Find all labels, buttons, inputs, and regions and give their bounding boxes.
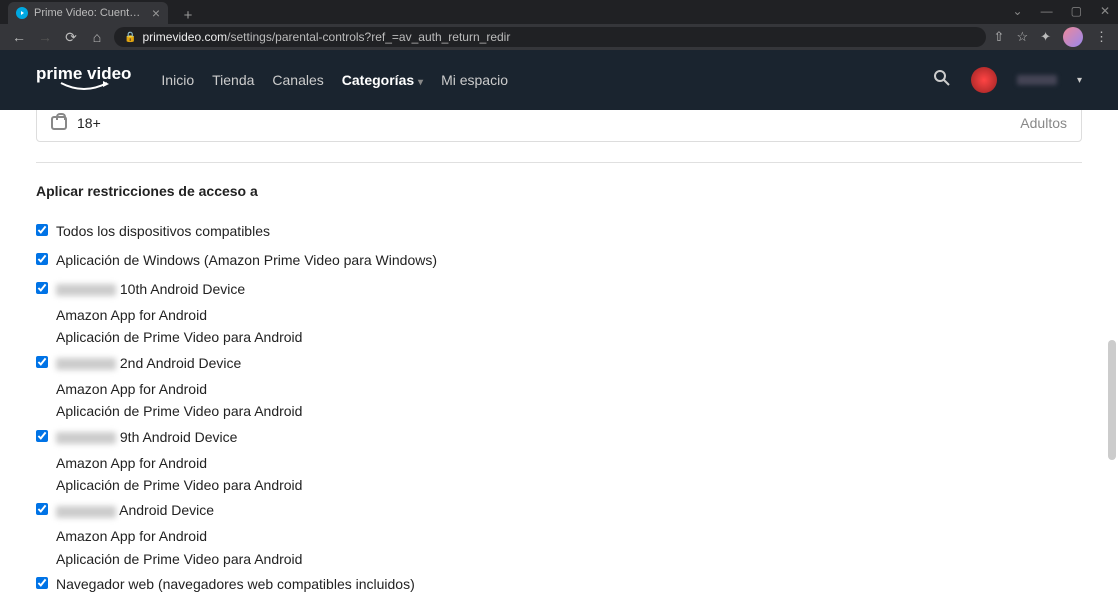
tab-title: Prime Video: Cuenta y configura [34,7,146,19]
device-sublines: Amazon App for AndroidAplicación de Prim… [56,452,1082,497]
forward-button[interactable]: → [36,29,54,45]
device-label: 10th Android Device [56,279,245,300]
device-subline: Aplicación de Prime Video para Android [56,474,1082,496]
redacted-text [56,432,116,444]
device-subline: Aplicación de Prime Video para Android [56,326,1082,348]
device-item: Todos los dispositivos compatibles [36,217,1082,246]
scrollbar-thumb[interactable] [1108,340,1116,460]
device-item: 10th Android Device [36,275,1082,304]
device-checkbox[interactable] [36,253,48,265]
device-label: Navegador web (navegadores web compatibl… [56,574,415,595]
window-controls: ⌄ — ▢ ✕ [1013,4,1110,18]
device-checkbox[interactable] [36,503,48,515]
device-subline: Amazon App for Android [56,304,1082,326]
primevideo-nav: prime video Inicio Tienda Canales Categoría… [0,50,1118,110]
chevron-down-icon: ▾ [418,77,423,88]
device-checkbox[interactable] [36,282,48,294]
device-subline: Aplicación de Prime Video para Android [56,548,1082,570]
bookmark-icon[interactable]: ☆ [1016,29,1028,45]
redacted-text [56,358,116,370]
device-item: Android Device [36,496,1082,525]
browser-tab[interactable]: Prime Video: Cuenta y configura × [8,2,168,24]
device-item: Aplicación de Windows (Amazon Prime Vide… [36,246,1082,275]
device-checkbox[interactable] [36,224,48,236]
device-checkbox[interactable] [36,430,48,442]
user-menu-caret-icon[interactable]: ▾ [1077,75,1082,86]
device-checkbox[interactable] [36,577,48,589]
device-sublines: Amazon App for AndroidAplicación de Prim… [56,378,1082,423]
address-bar: ← → ⟳ ⌂ 🔒 primevideo.com/settings/parent… [0,24,1118,50]
reload-button[interactable]: ⟳ [62,29,80,46]
user-avatar[interactable] [971,67,997,93]
device-checkbox[interactable] [36,356,48,368]
primevideo-logo[interactable]: prime video [36,67,131,93]
home-button[interactable]: ⌂ [88,29,106,45]
url-text: primevideo.com/settings/parental-control… [142,30,510,44]
nav-item-tienda[interactable]: Tienda [212,72,254,88]
v-icon[interactable]: ⌄ [1013,4,1023,18]
redacted-text [56,284,116,296]
url-box[interactable]: 🔒 primevideo.com/settings/parental-contr… [114,27,986,47]
separator [36,162,1082,163]
maximize-button[interactable]: ▢ [1071,4,1082,18]
browser-chrome: ⌄ — ▢ ✕ Prime Video: Cuenta y configura … [0,0,1118,50]
tab-favicon [16,7,28,19]
chrome-menu-icon[interactable]: ⋮ [1095,29,1108,45]
profile-avatar-icon[interactable] [1063,27,1083,47]
device-item: 2nd Android Device [36,349,1082,378]
device-label: Todos los dispositivos compatibles [56,221,270,242]
browser-right-icons: ⇧ ☆ ✦ ⋮ [994,27,1108,47]
device-item: Navegador web (navegadores web compatibl… [36,570,1082,599]
lock-icon: 🔒 [124,32,136,43]
tab-close-button[interactable]: × [152,5,160,21]
username-blur [1017,75,1057,85]
device-sublines: Amazon App for AndroidAplicación de Prim… [56,304,1082,349]
device-subline: Aplicación de Prime Video para Android [56,400,1082,422]
extensions-icon[interactable]: ✦ [1040,29,1051,45]
device-label: 2nd Android Device [56,353,241,374]
tab-bar: Prime Video: Cuenta y configura × + [0,0,1118,24]
content: 18+ Adultos Aplicar restricciones de acc… [0,110,1118,600]
age-rating-row[interactable]: 18+ Adultos [36,110,1082,142]
device-subline: Amazon App for Android [56,378,1082,400]
search-icon[interactable] [933,69,951,92]
device-label: Aplicación de Windows (Amazon Prime Vide… [56,250,437,271]
lock-icon [51,116,67,130]
device-item: 9th Android Device [36,423,1082,452]
device-label: Android Device [56,500,214,521]
smile-icon [59,81,109,93]
new-tab-button[interactable]: + [178,7,198,24]
back-button[interactable]: ← [10,29,28,45]
nav-right: ▾ [933,67,1082,93]
minimize-button[interactable]: — [1041,4,1053,18]
device-sublines: Amazon App for AndroidAplicación de Prim… [56,525,1082,570]
share-icon[interactable]: ⇧ [994,29,1005,45]
age-category: Adultos [1020,115,1067,131]
nav-item-inicio[interactable]: Inicio [161,72,194,88]
section-title: Aplicar restricciones de acceso a [36,183,1082,199]
device-subline: Amazon App for Android [56,525,1082,547]
close-window-button[interactable]: ✕ [1100,4,1110,18]
nav-item-categorías[interactable]: Categorías ▾ [342,72,423,88]
device-label: 9th Android Device [56,427,237,448]
nav-items: Inicio Tienda Canales Categorías ▾ Mi espaci… [161,72,508,88]
device-subline: Amazon App for Android [56,452,1082,474]
redacted-text [56,506,116,518]
nav-item-mi espacio[interactable]: Mi espacio [441,72,508,88]
device-list: Todos los dispositivos compatibles Aplica… [36,217,1082,600]
age-label: 18+ [77,115,101,131]
nav-item-canales[interactable]: Canales [272,72,323,88]
